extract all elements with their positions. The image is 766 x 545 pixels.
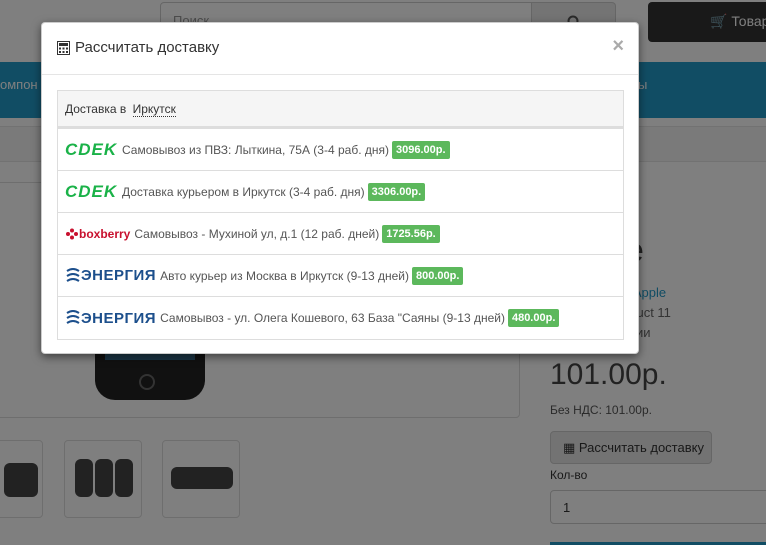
shipping-option-description: Самовывоз - ул. Олега Кошевого, 63 База … bbox=[160, 311, 505, 325]
energy-logo: ЭНЕРГИЯ bbox=[65, 267, 156, 285]
boxberry-logo-text: boxberry bbox=[79, 226, 131, 241]
modal-header: Рассчитать доставку × bbox=[42, 23, 638, 75]
shipping-price-badge: 3306.00р. bbox=[367, 182, 426, 201]
shipping-price-badge: 3096.00р. bbox=[392, 140, 450, 159]
shipping-price-badge: 800.00р. bbox=[411, 266, 464, 285]
modal-title-text: Рассчитать доставку bbox=[75, 39, 220, 56]
shipping-table: Доставка в Иркутск CDEK Самовывоз из ПВЗ… bbox=[57, 90, 624, 340]
shipping-option-description: Авто курьер из Москва в Иркутск (9-13 дн… bbox=[160, 268, 409, 283]
delivery-to-label: Доставка в bbox=[65, 102, 127, 116]
shipping-price-badge: 1725.56р. bbox=[382, 224, 440, 243]
energy-logo: ЭНЕРГИЯ bbox=[65, 309, 156, 327]
shipping-option[interactable]: boxberry Самовывоз - Мухиной ул, д.1 (12… bbox=[58, 212, 623, 254]
boxberry-icon bbox=[66, 228, 78, 239]
shipping-option-description: Доставка курьером в Иркутск (3-4 раб. дн… bbox=[122, 184, 365, 199]
energy-logo-text: ЭНЕРГИЯ bbox=[81, 267, 157, 284]
energy-swirl-icon bbox=[66, 310, 80, 324]
cdek-logo: CDEK bbox=[65, 139, 118, 159]
shipping-option[interactable]: ЭНЕРГИЯ Самовывоз - ул. Олега Кошевого, … bbox=[58, 296, 623, 339]
close-icon[interactable]: × bbox=[612, 35, 624, 58]
energy-logo-text: ЭНЕРГИЯ bbox=[81, 309, 157, 327]
shipping-option[interactable]: ЭНЕРГИЯ Авто курьер из Москва в Иркутск … bbox=[58, 254, 623, 296]
shipping-table-header: Доставка в Иркутск bbox=[58, 91, 623, 128]
shipping-option[interactable]: CDEK Самовывоз из ПВЗ: Лыткина, 75А (3-4… bbox=[58, 128, 623, 170]
shipping-option-description: Самовывоз - Мухиной ул, д.1 (12 раб. дне… bbox=[134, 226, 380, 241]
modal-title: Рассчитать доставку bbox=[57, 39, 219, 56]
calculator-icon bbox=[57, 40, 70, 55]
cdek-logo: CDEK bbox=[65, 181, 118, 201]
shipping-option-description: Самовывоз из ПВЗ: Лыткина, 75А (3-4 раб.… bbox=[122, 142, 389, 157]
shipping-price-badge: 480.00р. bbox=[507, 309, 560, 327]
energy-swirl-icon bbox=[66, 267, 80, 282]
city-selector[interactable]: Иркутск bbox=[132, 102, 176, 117]
boxberry-logo: boxberry bbox=[65, 227, 130, 241]
shipping-modal: Рассчитать доставку × Доставка в Иркутск… bbox=[41, 22, 639, 354]
modal-body: Доставка в Иркутск CDEK Самовывоз из ПВЗ… bbox=[42, 75, 638, 355]
shipping-option[interactable]: CDEK Доставка курьером в Иркутск (3-4 ра… bbox=[58, 170, 623, 212]
